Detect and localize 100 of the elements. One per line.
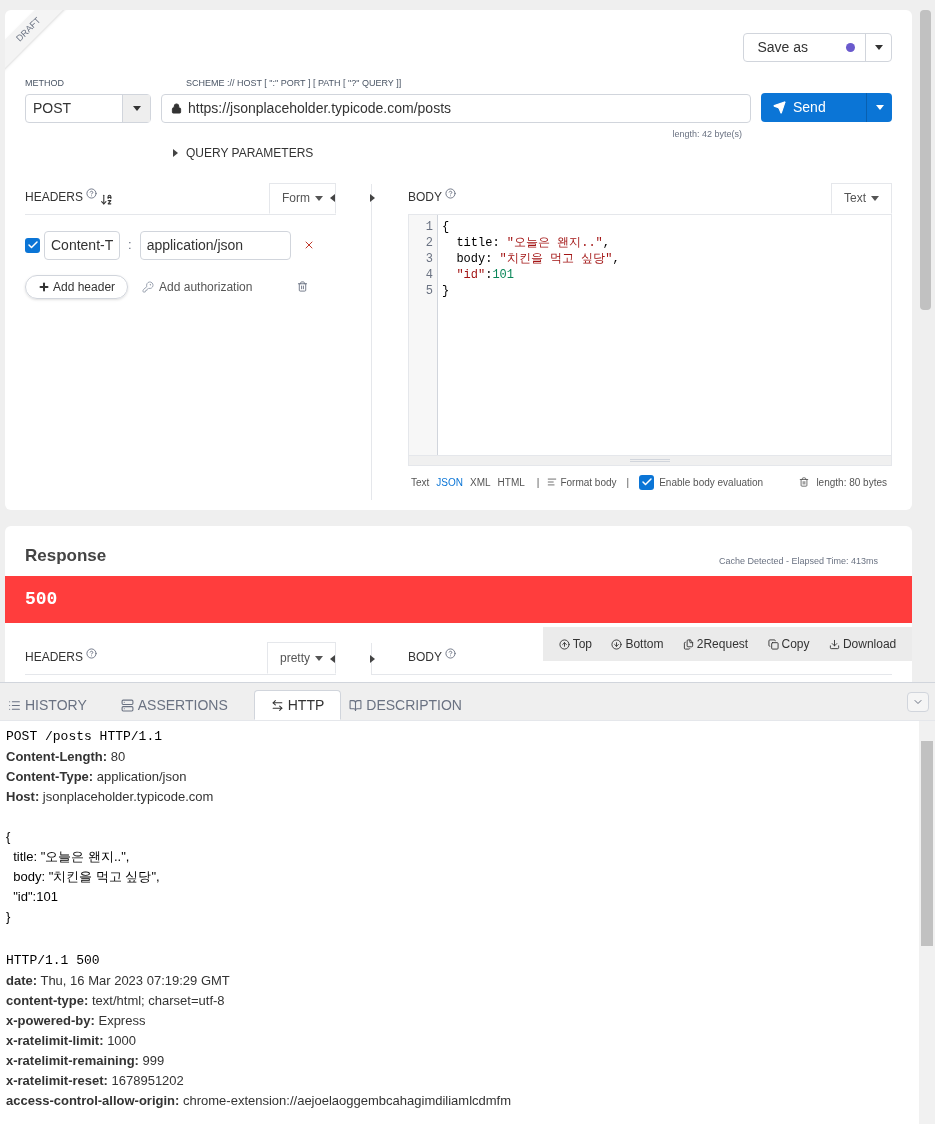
panel-tab[interactable]: HISTORY — [0, 690, 95, 720]
format-link[interactable]: Text — [411, 474, 430, 490]
status-line: HTTP/1.1 500 — [6, 952, 101, 970]
line-number: 4 — [425, 266, 433, 283]
header-line: content-type: text/html; charset=utf-8 — [6, 992, 226, 1010]
line-number: 1 — [425, 218, 433, 235]
body-line: title: "오늘은 왠지..", — [12, 848, 131, 866]
url-field[interactable]: https://jsonplaceholder.typicode.com/posts — [161, 94, 751, 123]
bottom-button[interactable]: Bottom — [611, 635, 664, 653]
query-parameters-toggle[interactable]: QUERY PARAMETERS — [173, 143, 314, 162]
documents-icon — [682, 638, 694, 650]
elapsed-time: Cache Detected - Elapsed Time: 413ms — [718, 554, 878, 568]
code-editor[interactable]: 1 2 3 4 5 { title: "오늘은 왠지..", body: "치킨을 먹고 싶당", "id":101 } — [408, 214, 892, 466]
caret-icon — [871, 195, 879, 201]
checkbox[interactable] — [639, 474, 655, 490]
body-line: { — [6, 828, 12, 846]
panel-tab[interactable]: DESCRIPTION — [341, 690, 470, 720]
send-icon — [773, 101, 786, 114]
download-icon — [828, 638, 840, 650]
line-number: 5 — [425, 282, 433, 299]
method-label: METHOD — [25, 77, 65, 89]
help-icon — [445, 648, 456, 659]
download-button[interactable]: Download — [828, 635, 897, 653]
caret-icon — [132, 106, 141, 111]
headers-title: HEADERS — [25, 188, 83, 206]
left-arrow-icon[interactable] — [330, 193, 335, 202]
save-as-button[interactable]: Save as — [743, 33, 892, 62]
server-icon — [120, 698, 134, 712]
body-length: length: 80 bytes — [816, 475, 887, 490]
caret-icon — [315, 195, 323, 201]
code-line: title: "오늘은 왠지..", — [455, 234, 612, 251]
separator: | — [626, 475, 630, 490]
send-button[interactable]: Send — [761, 93, 892, 122]
text-dropdown[interactable]: Text — [831, 182, 892, 214]
request-line: POST /posts HTTP/1.1 — [6, 728, 164, 746]
header-line: x-ratelimit-remaining: 999 — [6, 1052, 166, 1070]
header-line: Content-Length: 80 — [6, 748, 127, 766]
header-line: Content-Type: application/json — [6, 768, 188, 786]
panel-tab[interactable]: ASSERTIONS — [112, 690, 236, 720]
response-title: Response — [25, 544, 107, 567]
format-link[interactable]: XML — [470, 474, 491, 490]
line-number: 2 — [425, 234, 433, 251]
body-title: BODY — [408, 649, 442, 666]
format-body-button[interactable]: Format body — [547, 474, 617, 490]
copy-icon — [767, 638, 779, 650]
format-link[interactable]: HTML — [497, 474, 525, 490]
right-arrow-icon[interactable] — [173, 148, 178, 157]
line-number: 3 — [425, 250, 433, 267]
header-line: x-ratelimit-limit: 1000 — [6, 1032, 138, 1050]
checkbox[interactable] — [25, 237, 40, 253]
left-arrow-icon[interactable] — [330, 655, 335, 663]
header-line: x-powered-by: Express — [6, 1012, 147, 1030]
resize-handle[interactable] — [409, 454, 891, 465]
copy-button[interactable]: Copy — [767, 635, 810, 653]
arrow-down-icon — [611, 638, 623, 650]
header-line: date: Thu, 16 Mar 2023 07:19:29 GMT — [6, 972, 231, 990]
help-icon — [445, 187, 456, 199]
body-line: "id":101 — [12, 888, 59, 906]
header-value-field[interactable]: application/json — [139, 230, 291, 260]
status-bar: 500 — [5, 576, 912, 623]
pretty-dropdown[interactable]: pretty — [267, 642, 336, 674]
book-icon — [349, 698, 363, 712]
add-authorization-link[interactable]: Add authorization — [142, 277, 253, 296]
arrow-up-icon — [558, 638, 570, 650]
plus-icon — [38, 280, 50, 293]
headers-title: HEADERS — [25, 649, 83, 666]
right-arrow-icon[interactable] — [370, 193, 375, 202]
separator: | — [536, 475, 540, 490]
form-dropdown[interactable]: Form — [269, 182, 336, 214]
code-line: body: "치킨을 먹고 싶당", — [455, 250, 620, 267]
lock-icon — [171, 103, 182, 114]
help-icon — [86, 648, 97, 659]
list-icon — [8, 698, 21, 712]
body-title: BODY — [408, 188, 442, 206]
trash-icon[interactable] — [297, 281, 309, 292]
caret-icon — [315, 655, 323, 661]
top-button[interactable]: Top — [558, 635, 593, 653]
caret-icon — [875, 105, 884, 110]
trash-icon[interactable] — [799, 477, 810, 487]
scrollbar[interactable] — [919, 721, 935, 1124]
code-line: } — [442, 282, 451, 299]
method-select[interactable]: POST — [25, 94, 151, 123]
separator: : — [127, 236, 133, 255]
checkbox-label: Enable body evaluation — [659, 475, 764, 490]
right-arrow-icon[interactable] — [370, 655, 375, 663]
header-name-field[interactable]: Content-T — [44, 230, 120, 260]
sort-icon[interactable] — [100, 192, 113, 206]
caret-icon — [874, 45, 883, 50]
help-icon — [86, 187, 97, 199]
code-line: "id":101 — [455, 266, 516, 283]
arrows-icon — [270, 698, 284, 712]
to-request-button[interactable]: 2Request — [682, 635, 749, 653]
url-length: length: 42 byte(s) — [672, 128, 743, 141]
header-line: access-control-allow-origin: chrome-extension://aejoelaoggembcahagimdiliamlcdmfm — [6, 1092, 513, 1110]
format-link[interactable]: JSON — [436, 474, 463, 490]
body-line: } — [6, 908, 12, 926]
align-icon — [547, 477, 558, 487]
panel-tab[interactable]: HTTP — [253, 690, 342, 720]
header-line: Host: jsonplaceholder.typicode.com — [6, 788, 215, 806]
code-line: { — [442, 218, 451, 235]
